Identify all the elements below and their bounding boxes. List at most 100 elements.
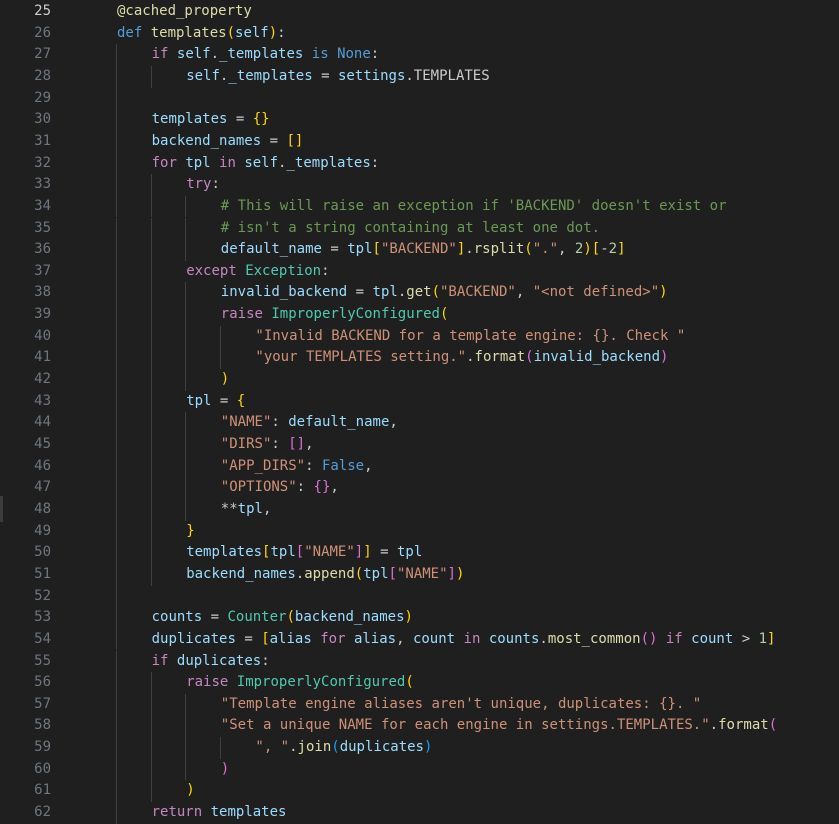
code-line[interactable]: 59 ", ".join(duplicates) bbox=[0, 737, 839, 759]
code-line[interactable]: 60) bbox=[0, 758, 839, 781]
code-line[interactable]: 62 return templates bbox=[0, 802, 839, 824]
code-line[interactable]: 46 "APP_DIRS": False, bbox=[0, 455, 839, 478]
code-line[interactable]: 57 "Template engine aliases aren't unique… bbox=[0, 693, 839, 716]
code-token: counts bbox=[488, 630, 540, 647]
code-editor[interactable]: 25 @cached_property 26 def templates(self):… bbox=[0, 0, 839, 824]
code-line[interactable]: 39 raise ImproperlyConfigured( bbox=[0, 304, 839, 326]
code-text[interactable]: for tpl in self._templates: bbox=[152, 153, 380, 175]
code-line[interactable]: 40 "Invalid BACKEND for a template engine… bbox=[0, 325, 839, 348]
code-text[interactable]: "Template engine aliases aren't unique, … bbox=[221, 694, 701, 716]
code-line[interactable]: 52 bbox=[0, 585, 839, 608]
code-text[interactable]: backend_names.append(tpl["NAME"]) bbox=[186, 564, 464, 586]
code-line[interactable]: 56 raise ImproperlyConfigured( bbox=[0, 672, 839, 694]
code-token: [ bbox=[295, 544, 305, 561]
code-token: settings bbox=[337, 67, 406, 84]
code-token: ( bbox=[524, 241, 533, 258]
code-text[interactable]: **tpl, bbox=[221, 499, 272, 521]
code-text[interactable]: # This will raise an exception if 'BACKE… bbox=[221, 196, 727, 218]
code-line[interactable]: 28 self._templates = settings.TEMPLATES bbox=[0, 65, 839, 88]
code-token: "BACKEND" bbox=[380, 241, 457, 258]
code-token: "DIRS" bbox=[220, 436, 272, 452]
code-line[interactable]: 48 **tpl, bbox=[0, 498, 839, 521]
code-text[interactable]: except Exception: bbox=[186, 261, 329, 283]
code-text[interactable]: backend_names = [] bbox=[152, 131, 304, 153]
code-token: = bbox=[235, 630, 262, 647]
code-text[interactable]: # isn't a string containing at least one… bbox=[221, 218, 600, 240]
code-token: backend_names bbox=[186, 565, 296, 582]
code-line[interactable]: 47 "OPTIONS": {}, bbox=[0, 477, 839, 499]
code-text[interactable]: ", ".join(duplicates) bbox=[255, 737, 432, 759]
code-text[interactable]: ) bbox=[186, 780, 194, 802]
code-token: ) bbox=[220, 371, 230, 388]
code-text[interactable]: invalid_backend = tpl.get("BACKEND", "<n… bbox=[221, 282, 668, 304]
line-number: 56 bbox=[34, 674, 51, 691]
code-token: : bbox=[370, 154, 380, 171]
code-text[interactable]: ) bbox=[221, 759, 229, 781]
indent-guide bbox=[150, 498, 152, 521]
code-line[interactable]: 32 for tpl in self._templates: bbox=[0, 152, 839, 175]
code-line[interactable]: 42) bbox=[0, 369, 839, 391]
code-text[interactable]: templates[tpl["NAME"]] = tpl bbox=[186, 542, 422, 564]
code-token: > bbox=[733, 630, 759, 647]
code-text[interactable]: counts = Counter(backend_names) bbox=[152, 607, 413, 629]
code-line[interactable]: 37 except Exception: bbox=[0, 260, 839, 283]
code-token: [ bbox=[261, 630, 270, 647]
code-line[interactable]: 33 try: bbox=[0, 174, 839, 196]
code-text[interactable]: duplicates = [alias for alias, count in … bbox=[152, 629, 776, 651]
code-text[interactable]: "Set a unique NAME for each engine in se… bbox=[221, 715, 777, 737]
code-line[interactable]: 27 if self._templates is None: bbox=[0, 44, 839, 66]
code-line[interactable]: 50 templates[tpl["NAME"]] = tpl bbox=[0, 542, 839, 564]
code-line[interactable]: 38 invalid_backend = tpl.get("BACKEND", "… bbox=[0, 282, 839, 305]
indent-guide bbox=[116, 347, 118, 370]
code-line[interactable]: 44 "NAME": default_name, bbox=[0, 412, 839, 434]
code-text[interactable]: if duplicates: bbox=[152, 651, 270, 673]
code-line[interactable]: 53 counts = Counter(backend_names) bbox=[0, 607, 839, 629]
code-line[interactable]: 31 backend_names = [] bbox=[0, 130, 839, 153]
indent-guide bbox=[185, 498, 187, 521]
code-line[interactable]: 45 "DIRS": [], bbox=[0, 434, 839, 456]
line-number: 57 bbox=[34, 695, 51, 712]
code-token: . bbox=[295, 565, 305, 582]
code-line[interactable]: 29 bbox=[0, 87, 839, 110]
code-text[interactable]: "your TEMPLATES setting.".format(invalid… bbox=[255, 347, 668, 369]
indent-guide bbox=[185, 412, 187, 434]
code-text[interactable]: default_name = tpl["BACKEND"].rsplit("."… bbox=[221, 239, 626, 261]
code-text[interactable]: try: bbox=[186, 174, 220, 196]
code-line[interactable]: 58 "Set a unique NAME for each engine in … bbox=[0, 715, 839, 738]
code-text[interactable]: @cached_property bbox=[117, 1, 252, 23]
code-text[interactable]: templates = {} bbox=[152, 109, 270, 131]
code-line[interactable]: 43 tpl = { bbox=[0, 390, 839, 413]
code-line[interactable]: 49} bbox=[0, 520, 839, 543]
code-line[interactable]: 55 if duplicates: bbox=[0, 650, 839, 673]
code-token: "BACKEND" bbox=[440, 284, 516, 301]
code-text[interactable]: "OPTIONS": {}, bbox=[221, 477, 339, 499]
code-text[interactable]: return templates bbox=[152, 802, 287, 824]
code-line[interactable]: 41 "your TEMPLATES setting.".format(inval… bbox=[0, 347, 839, 370]
code-text[interactable]: raise ImproperlyConfigured( bbox=[221, 304, 449, 326]
indent-guide bbox=[219, 347, 221, 370]
code-text[interactable]: self._templates = settings.TEMPLATES bbox=[186, 66, 489, 88]
code-text[interactable]: raise ImproperlyConfigured( bbox=[186, 672, 414, 694]
code-text[interactable]: "APP_DIRS": False, bbox=[221, 456, 373, 478]
code-line[interactable]: 35 # isn't a string containing at least o… bbox=[0, 217, 839, 240]
code-line[interactable]: 61) bbox=[0, 780, 839, 803]
indent-guide bbox=[150, 672, 152, 694]
code-text[interactable]: def templates(self): bbox=[117, 23, 286, 45]
code-text[interactable]: tpl = { bbox=[186, 391, 245, 413]
code-line[interactable]: 54 duplicates = [alias for alias, count i… bbox=[0, 628, 839, 651]
code-line[interactable]: 30 templates = {} bbox=[0, 109, 839, 131]
code-token: tpl bbox=[363, 565, 389, 582]
code-text[interactable]: "DIRS": [], bbox=[221, 434, 314, 456]
code-text[interactable]: if self._templates is None: bbox=[152, 44, 380, 66]
code-text[interactable]: } bbox=[186, 521, 194, 543]
code-line[interactable]: 51 backend_names.append(tpl["NAME"]) bbox=[0, 563, 839, 586]
code-line[interactable]: 36 default_name = tpl["BACKEND"].rsplit("… bbox=[0, 239, 839, 261]
code-text[interactable]: "NAME": default_name, bbox=[221, 412, 398, 434]
code-text[interactable]: "Invalid BACKEND for a template engine: … bbox=[255, 326, 685, 348]
code-token: "." bbox=[532, 241, 559, 258]
code-line[interactable]: 26 def templates(self): bbox=[0, 23, 839, 45]
code-line[interactable]: 34 # This will raise an exception if 'BAC… bbox=[0, 195, 839, 218]
indent-guide bbox=[150, 520, 152, 543]
code-line[interactable]: 25 @cached_property bbox=[0, 1, 839, 23]
code-text[interactable]: ) bbox=[221, 369, 229, 391]
